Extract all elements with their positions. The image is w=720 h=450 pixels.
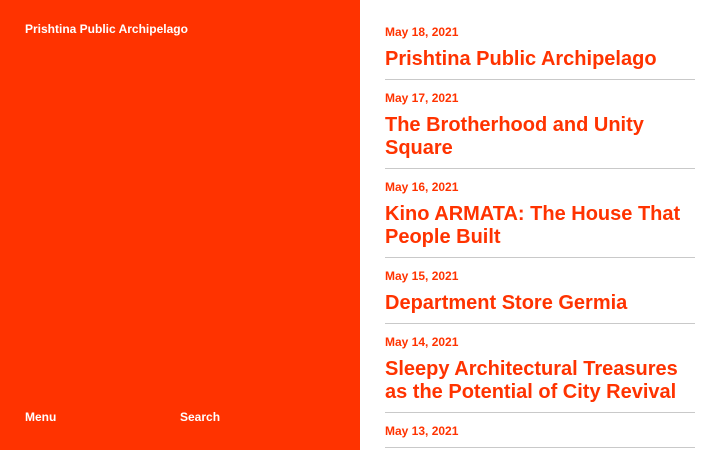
- post-list-panel: May 18, 2021 Prishtina Public Archipelag…: [360, 0, 720, 450]
- list-item: May 13, 2021: [385, 423, 695, 448]
- list-item: May 16, 2021 Kino ARMATA: The House That…: [385, 179, 695, 258]
- post-date: May 18, 2021: [385, 25, 459, 39]
- search-button[interactable]: Search: [180, 410, 220, 424]
- post-title-link[interactable]: Prishtina Public Archipelago: [385, 48, 695, 71]
- post-title-link[interactable]: The Brotherhood and Unity Square: [385, 114, 695, 160]
- list-item: May 15, 2021 Department Store Germia: [385, 268, 695, 324]
- list-item: May 17, 2021 The Brotherhood and Unity S…: [385, 90, 695, 169]
- post-date: May 13, 2021: [385, 424, 459, 438]
- post-title-link[interactable]: Kino ARMATA: The House That People Built: [385, 203, 695, 249]
- post-list: May 18, 2021 Prishtina Public Archipelag…: [385, 24, 695, 450]
- list-item: May 18, 2021 Prishtina Public Archipelag…: [385, 24, 695, 80]
- list-item: May 14, 2021 Sleepy Architectural Treasu…: [385, 334, 695, 413]
- post-date: May 14, 2021: [385, 335, 459, 349]
- post-date: May 17, 2021: [385, 91, 459, 105]
- page: Prishtina Public Archipelago Menu Search…: [0, 0, 720, 450]
- post-title-link[interactable]: Sleepy Architectural Treasures as the Po…: [385, 358, 695, 404]
- post-date: May 15, 2021: [385, 269, 459, 283]
- sidebar-panel: Prishtina Public Archipelago Menu Search: [0, 0, 360, 450]
- post-title-link[interactable]: Department Store Germia: [385, 292, 695, 315]
- post-date: May 16, 2021: [385, 180, 459, 194]
- site-title-link[interactable]: Prishtina Public Archipelago: [25, 22, 188, 36]
- menu-button[interactable]: Menu: [25, 410, 56, 424]
